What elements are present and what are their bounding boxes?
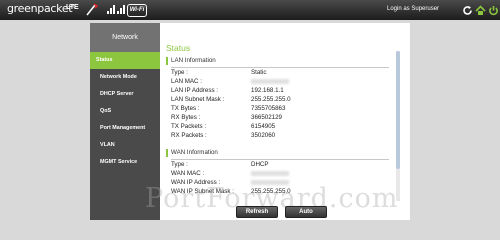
divider <box>171 67 389 68</box>
sidebar-item-dhcp-server[interactable]: DHCP Server <box>90 86 160 103</box>
section-marker <box>166 149 168 157</box>
sidebar-item-network-mode[interactable]: Network Mode <box>90 69 160 86</box>
home-icon[interactable] <box>475 5 486 16</box>
lte-label: LTE <box>66 4 79 11</box>
sidebar-item-vlan[interactable]: VLAN <box>90 137 160 154</box>
lan-heading: LAN Information <box>171 57 216 64</box>
redacted-value <box>251 170 289 176</box>
auto-button[interactable]: Auto <box>285 206 327 218</box>
sidebar-title: Network <box>90 23 160 52</box>
divider <box>171 159 389 160</box>
page-title: Status <box>166 43 191 53</box>
wan-heading: WAN Information <box>171 149 218 156</box>
login-status: Login as Superuser <box>387 6 440 12</box>
power-icon[interactable] <box>488 5 499 16</box>
lan-section-header: LAN Information <box>166 55 392 67</box>
refresh-button[interactable]: Refresh <box>236 206 278 218</box>
top-bar: greenpackete LTE Wi-Fi Login as Superuse… <box>0 0 500 20</box>
brand-logo: greenpackete <box>7 2 76 15</box>
sidebar-item-status[interactable]: Status <box>90 52 160 69</box>
redacted-value <box>251 78 289 84</box>
signal-icon <box>107 5 115 14</box>
scrollbar[interactable] <box>396 51 400 201</box>
wifi-icon: Wi-Fi <box>127 4 147 17</box>
refresh-icon[interactable] <box>462 5 473 16</box>
status-content: Status LAN Information Type : Static LAN … <box>166 23 402 206</box>
section-marker <box>166 57 168 65</box>
phone-icon <box>86 3 99 16</box>
wan-section-header: WAN Information <box>166 147 392 159</box>
signal-icon <box>117 5 125 14</box>
scrollbar-thumb[interactable] <box>396 51 400 169</box>
sidebar-item-qos[interactable]: QoS <box>90 103 160 120</box>
sidebar-item-port-management[interactable]: Port Management <box>90 120 160 137</box>
sidebar-item-mgmt-service[interactable]: MGMT Service <box>90 154 160 171</box>
